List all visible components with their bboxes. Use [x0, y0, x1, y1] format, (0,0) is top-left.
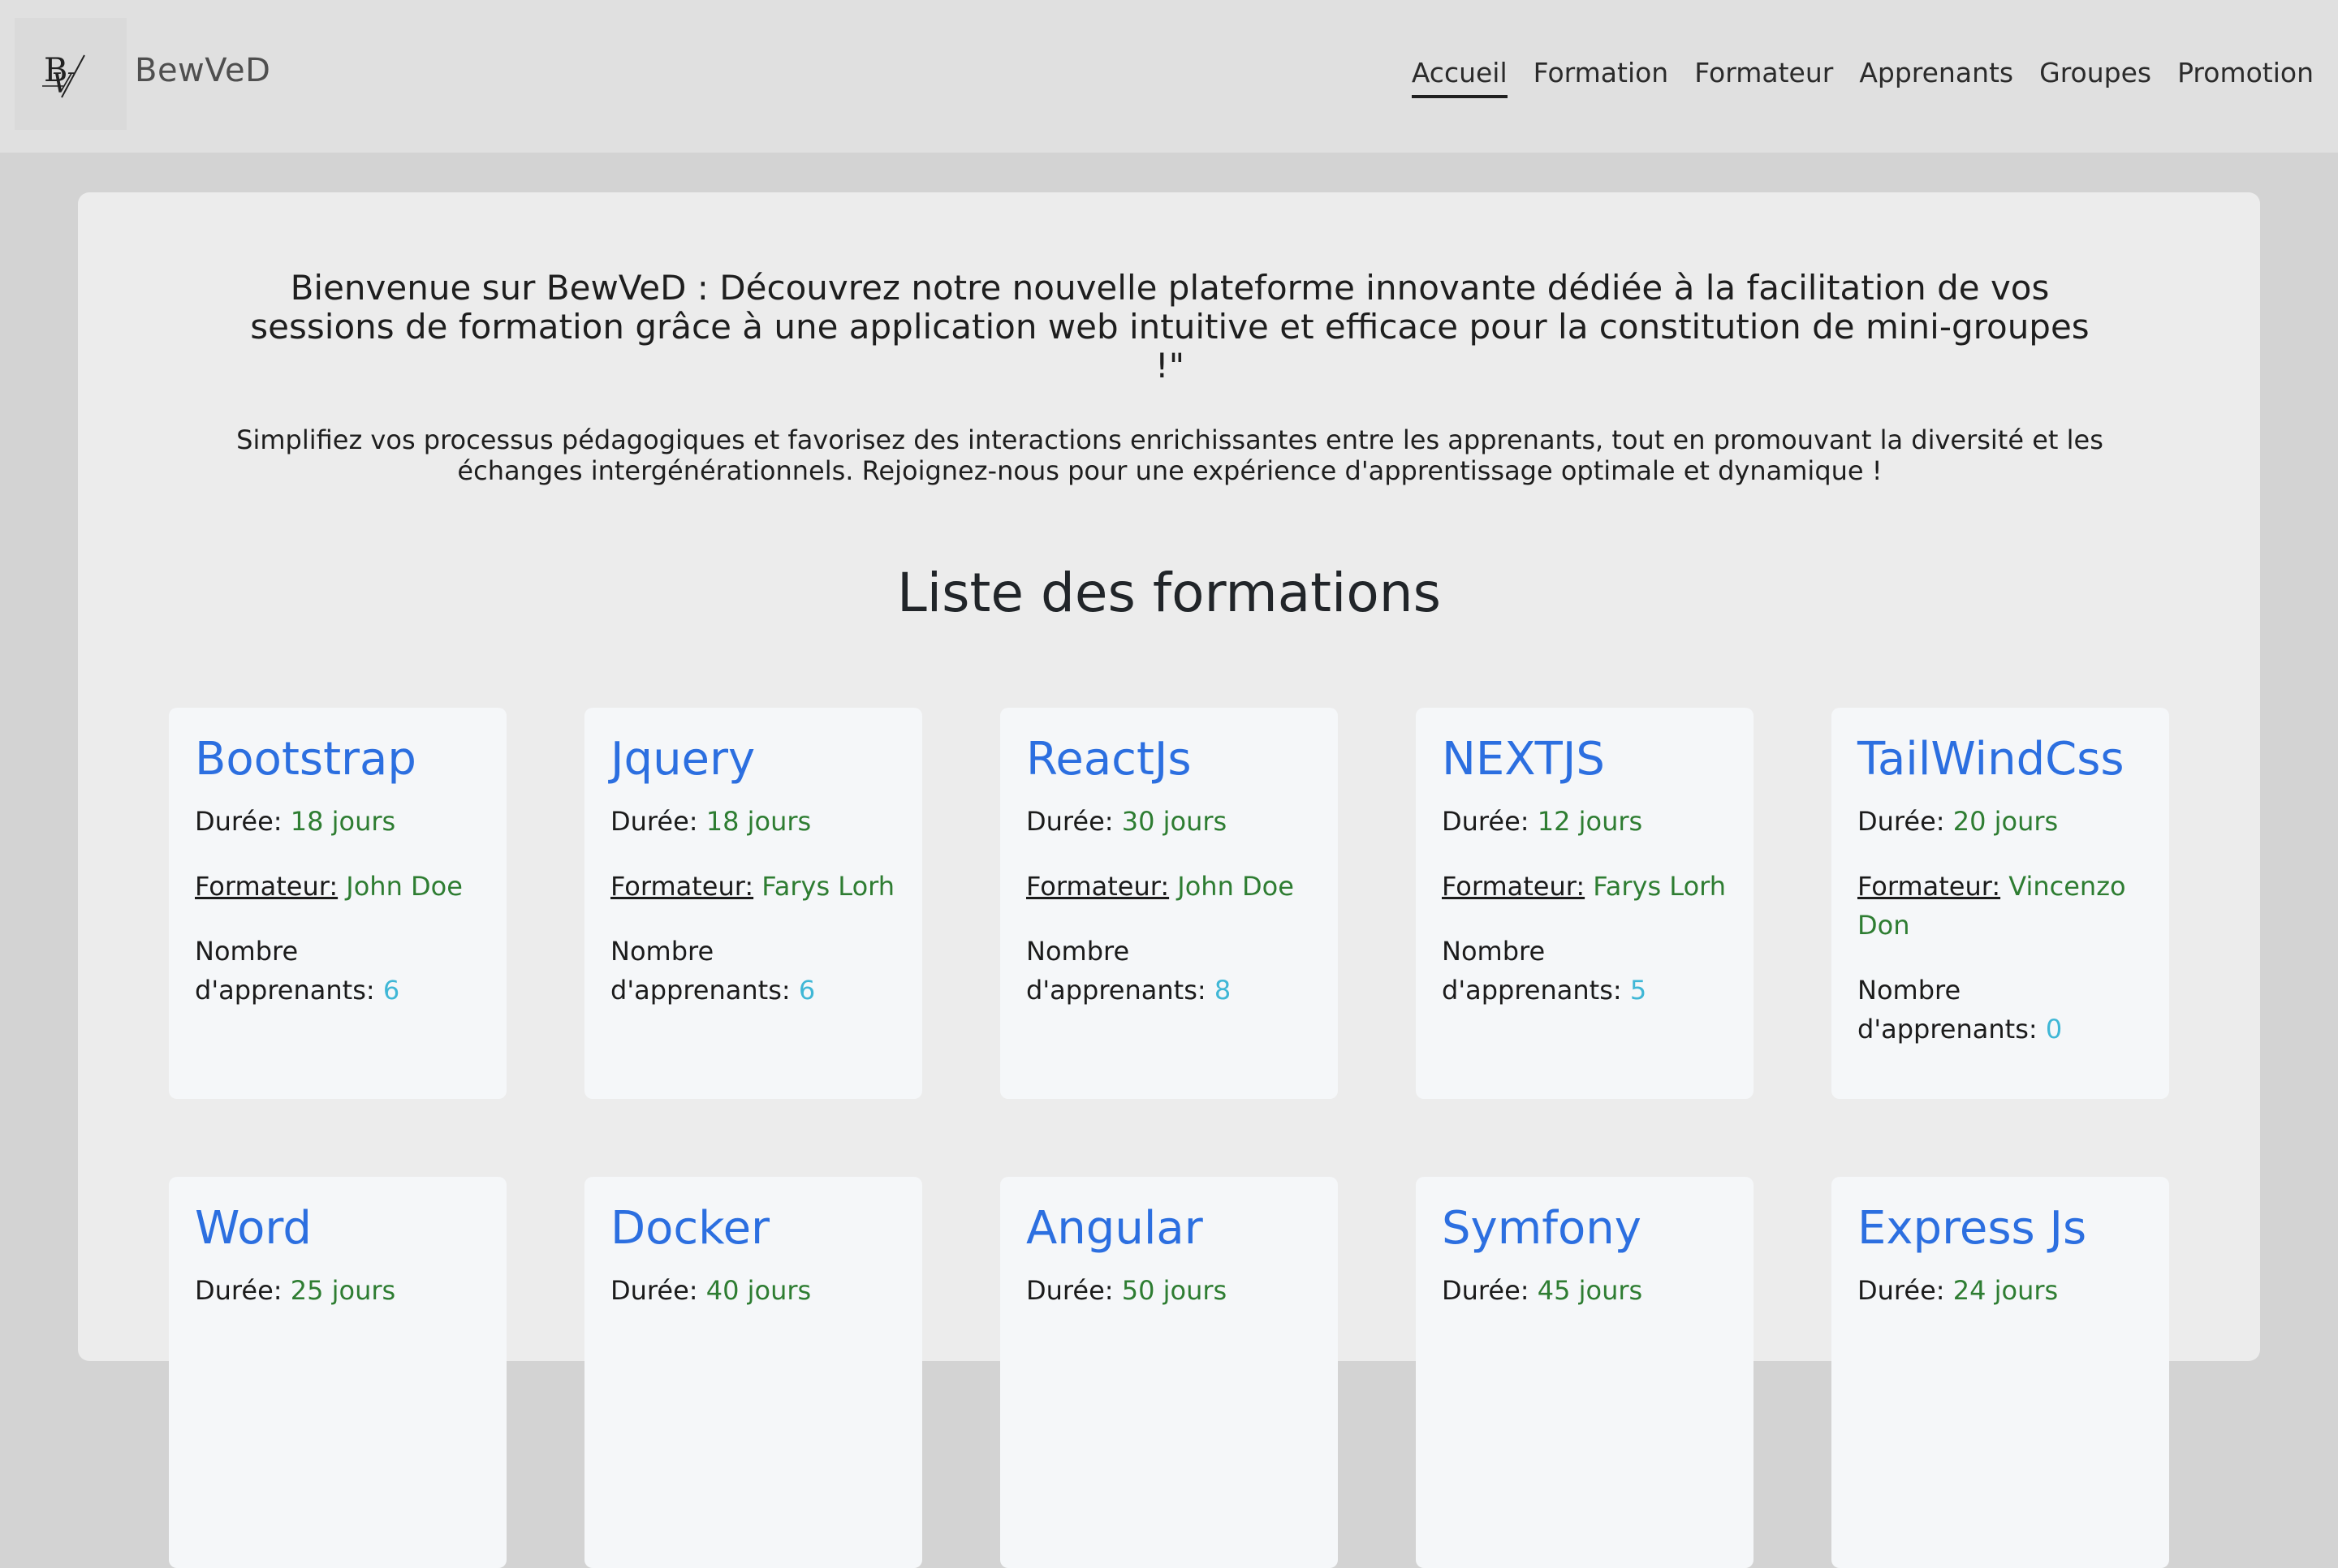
- duree-label: Durée:: [1857, 1275, 1945, 1306]
- nombre-label: Nombre d'apprenants:: [610, 936, 791, 1006]
- duree-value: 24 jours: [1952, 1275, 2059, 1306]
- duree-label: Durée:: [610, 1275, 698, 1306]
- card-formateur: Formateur: Farys Lorh: [610, 867, 896, 906]
- nav-item-formateur[interactable]: Formateur: [1694, 57, 1833, 98]
- formation-card-angular[interactable]: Angular Durée: 50 jours: [1000, 1177, 1338, 1568]
- card-duree: Durée: 30 jours: [1026, 802, 1312, 841]
- card-nombre: Nombre d'apprenants: 6: [195, 932, 481, 1010]
- formation-card-bootstrap[interactable]: Bootstrap Durée: 18 jours Formateur: Joh…: [169, 708, 507, 1099]
- duree-value: 45 jours: [1537, 1275, 1643, 1306]
- card-title[interactable]: TailWindCss: [1857, 729, 2143, 790]
- duree-label: Durée:: [1442, 1275, 1529, 1306]
- card-title[interactable]: Bootstrap: [195, 729, 481, 790]
- formation-card-tailwindcss[interactable]: TailWindCss Durée: 20 jours Formateur: V…: [1831, 708, 2169, 1099]
- nombre-label: Nombre d'apprenants:: [195, 936, 375, 1006]
- formation-card-reactjs[interactable]: ReactJs Durée: 30 jours Formateur: John …: [1000, 708, 1338, 1099]
- nombre-label: Nombre d'apprenants:: [1857, 975, 2038, 1045]
- nav-item-formation[interactable]: Formation: [1534, 57, 1669, 98]
- duree-value: 40 jours: [705, 1275, 812, 1306]
- nav-menu: Accueil Formation Formateur Apprenants G…: [1411, 57, 2314, 98]
- formation-card-nextjs[interactable]: NEXTJS Durée: 12 jours Formateur: Farys …: [1416, 708, 1754, 1099]
- card-nombre: Nombre d'apprenants: 5: [1442, 932, 1728, 1010]
- card-title[interactable]: Symfony: [1442, 1198, 1728, 1260]
- formation-card-word[interactable]: Word Durée: 25 jours: [169, 1177, 507, 1568]
- card-title[interactable]: Word: [195, 1198, 481, 1260]
- nombre-value: 6: [382, 975, 400, 1006]
- duree-value: 30 jours: [1121, 806, 1227, 837]
- logo-graphic: B V: [42, 52, 85, 100]
- card-duree: Durée: 18 jours: [195, 802, 481, 841]
- card-nombre: Nombre d'apprenants: 0: [1857, 971, 2143, 1049]
- card-title[interactable]: NEXTJS: [1442, 729, 1728, 790]
- card-duree: Durée: 45 jours: [1442, 1271, 1728, 1310]
- duree-value: 50 jours: [1121, 1275, 1227, 1306]
- card-title[interactable]: ReactJs: [1026, 729, 1312, 790]
- formation-card-jquery[interactable]: Jquery Durée: 18 jours Formateur: Farys …: [584, 708, 922, 1099]
- brand-name[interactable]: BewVeD: [135, 52, 270, 89]
- duree-label: Durée:: [1857, 806, 1945, 837]
- duree-label: Durée:: [1442, 806, 1529, 837]
- formateur-label: Formateur:: [195, 871, 339, 902]
- formateur-value: Farys Lorh: [761, 871, 895, 902]
- formation-card-symfony[interactable]: Symfony Durée: 45 jours: [1416, 1177, 1754, 1568]
- formateur-label: Formateur:: [1442, 871, 1585, 902]
- duree-label: Durée:: [1026, 1275, 1114, 1306]
- card-duree: Durée: 40 jours: [610, 1271, 896, 1310]
- formateur-value: John Doe: [346, 871, 463, 902]
- formation-cards: Bootstrap Durée: 18 jours Formateur: Joh…: [169, 708, 2190, 1568]
- nombre-value: 8: [1214, 975, 1232, 1006]
- duree-label: Durée:: [195, 806, 283, 837]
- card-title[interactable]: Angular: [1026, 1198, 1312, 1260]
- card-title[interactable]: Docker: [610, 1198, 896, 1260]
- duree-value: 25 jours: [290, 1275, 396, 1306]
- nombre-value: 5: [1629, 975, 1647, 1006]
- navbar: B V BewVeD Accueil Formation Formateur A…: [0, 0, 2338, 153]
- duree-label: Durée:: [1026, 806, 1114, 837]
- nombre-value: 6: [798, 975, 816, 1006]
- nombre-label: Nombre d'apprenants:: [1442, 936, 1622, 1006]
- formateur-label: Formateur:: [1026, 871, 1170, 902]
- formation-card-expressjs[interactable]: Express Js Durée: 24 jours: [1831, 1177, 2169, 1568]
- card-nombre: Nombre d'apprenants: 8: [1026, 932, 1312, 1010]
- card-formateur: Formateur: John Doe: [1026, 867, 1312, 906]
- card-duree: Durée: 24 jours: [1857, 1271, 2143, 1310]
- card-duree: Durée: 12 jours: [1442, 802, 1728, 841]
- section-title: Liste des formations: [897, 562, 1441, 624]
- formateur-label: Formateur:: [1857, 871, 2001, 902]
- nombre-label: Nombre d'apprenants:: [1026, 936, 1206, 1006]
- card-formateur: Formateur: John Doe: [195, 867, 481, 906]
- nombre-value: 0: [2045, 1014, 2063, 1045]
- bv-logo-icon[interactable]: B V: [15, 18, 127, 130]
- card-duree: Durée: 20 jours: [1857, 802, 2143, 841]
- nav-item-groupes[interactable]: Groupes: [2039, 57, 2151, 98]
- formation-card-docker[interactable]: Docker Durée: 40 jours: [584, 1177, 922, 1568]
- card-formateur: Formateur: Farys Lorh: [1442, 867, 1728, 906]
- nav-item-apprenants[interactable]: Apprenants: [1859, 57, 2013, 98]
- card-title[interactable]: Jquery: [610, 729, 896, 790]
- card-duree: Durée: 25 jours: [195, 1271, 481, 1310]
- welcome-heading: Bienvenue sur BewVeD : Découvrez notre n…: [250, 268, 2090, 386]
- duree-label: Durée:: [610, 806, 698, 837]
- nav-item-promotion[interactable]: Promotion: [2177, 57, 2314, 98]
- duree-value: 20 jours: [1952, 806, 2059, 837]
- duree-value: 18 jours: [290, 806, 396, 837]
- main-content: Bienvenue sur BewVeD : Découvrez notre n…: [78, 192, 2260, 1568]
- card-nombre: Nombre d'apprenants: 6: [610, 932, 896, 1010]
- duree-value: 12 jours: [1537, 806, 1643, 837]
- formateur-value: John Doe: [1177, 871, 1294, 902]
- nav-item-accueil[interactable]: Accueil: [1411, 57, 1508, 98]
- formateur-label: Formateur:: [610, 871, 754, 902]
- formateur-value: Farys Lorh: [1593, 871, 1727, 902]
- card-duree: Durée: 18 jours: [610, 802, 896, 841]
- card-formateur: Formateur: Vincenzo Don: [1857, 867, 2143, 945]
- duree-label: Durée:: [195, 1275, 283, 1306]
- card-duree: Durée: 50 jours: [1026, 1271, 1312, 1310]
- intro-text: Simplifiez vos processus pédagogiques et…: [236, 424, 2103, 486]
- duree-value: 18 jours: [705, 806, 812, 837]
- card-title[interactable]: Express Js: [1857, 1198, 2143, 1260]
